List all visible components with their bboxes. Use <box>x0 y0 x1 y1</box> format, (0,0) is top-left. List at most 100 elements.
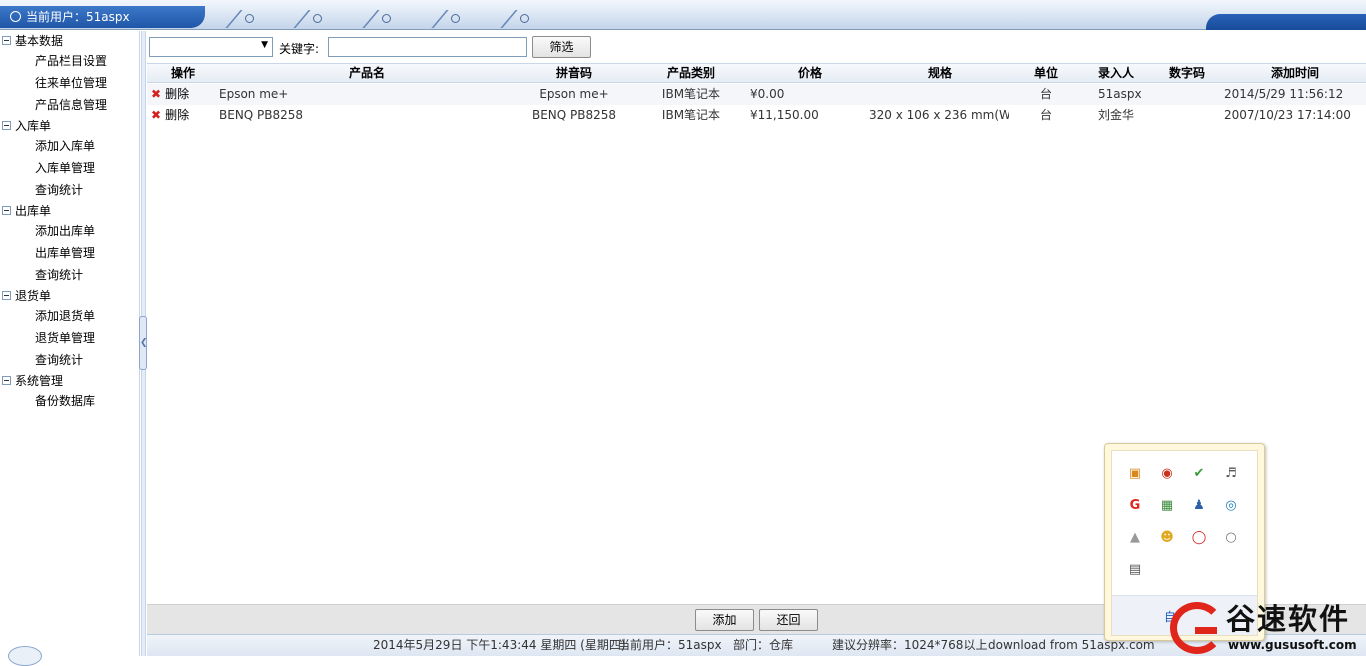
package-icon[interactable]: ▣ <box>1127 466 1143 482</box>
cell-price: ¥0.00 <box>750 87 785 101</box>
col-action[interactable]: 操作 <box>147 64 219 83</box>
sidebar-group-outbound[interactable]: 出库单 <box>2 202 51 220</box>
return-button[interactable]: 还回 <box>759 609 818 631</box>
col-creator[interactable]: 录入人 <box>1083 64 1149 83</box>
delete-label: 删除 <box>165 108 190 122</box>
sidebar-item-add-inbound[interactable]: 添加入库单 <box>35 137 95 155</box>
delete-link[interactable]: ✖ 删除 <box>151 105 219 126</box>
smiley-icon[interactable]: ☻ <box>1159 530 1175 546</box>
sidebar-item-return-stats[interactable]: 查询统计 <box>35 351 83 369</box>
bell-icon[interactable]: ▲ <box>1127 530 1143 546</box>
collapse-icon[interactable] <box>2 121 11 130</box>
col-category[interactable]: 产品类别 <box>633 64 749 83</box>
chat-bubble-icon[interactable]: ○ <box>1223 530 1239 546</box>
cell-product-name: BENQ PB8258 <box>219 108 304 122</box>
collapse-sidebar-handle[interactable]: ❮ <box>139 316 148 370</box>
delete-icon: ✖ <box>151 108 162 122</box>
collapse-icon[interactable] <box>2 376 11 385</box>
delete-icon: ✖ <box>151 87 162 101</box>
image-app-icon[interactable]: ▦ <box>1159 498 1175 514</box>
sidebar-item-outbound-management[interactable]: 出库单管理 <box>35 244 95 262</box>
logo-g-icon <box>1170 602 1224 654</box>
sidebar-group-basic-data[interactable]: 基本数据 <box>2 32 63 50</box>
sidebar-group-label: 入库单 <box>15 119 52 133</box>
cell-creator: 刘金华 <box>1098 108 1135 122</box>
nav-back[interactable]: 后退 <box>293 8 326 48</box>
nav-logout[interactable]: 注销 <box>431 8 464 48</box>
status-datetime: 2014年5月29日 下午1:43:44 星期四 (星期四) <box>373 638 626 652</box>
watermark-logo: 谷速软件 www.gususoft.com <box>1168 600 1366 656</box>
sidebar-item-return-management[interactable]: 退货单管理 <box>35 329 95 347</box>
col-unit[interactable]: 单位 <box>1009 64 1083 83</box>
sidebar-item-add-outbound[interactable]: 添加出库单 <box>35 222 95 240</box>
nav-bullet-icon <box>520 14 529 23</box>
sidebar-item-inbound-management[interactable]: 入库单管理 <box>35 159 95 177</box>
sidebar-group-inbound[interactable]: 入库单 <box>2 117 51 135</box>
sidebar-item-partner-management[interactable]: 往来单位管理 <box>35 74 107 92</box>
col-digit-code[interactable]: 数字码 <box>1149 64 1225 83</box>
table-row: ✖ 删除 Epson me+ Epson me+ IBM笔记本 ¥0.00 台 5… <box>147 84 1366 105</box>
category-select[interactable]: ▼ <box>149 37 273 57</box>
start-orb[interactable] <box>8 646 42 666</box>
sidebar-item-product-info[interactable]: 产品信息管理 <box>35 96 107 114</box>
g-app-icon[interactable]: G <box>1127 498 1143 514</box>
add-button[interactable]: 添加 <box>695 609 754 631</box>
clipboard-icon[interactable]: ▤ <box>1127 562 1143 578</box>
nav-bullet-icon <box>313 14 322 23</box>
sidebar-group-label: 出库单 <box>15 204 52 218</box>
cell-product-name: Epson me+ <box>219 87 289 101</box>
nav-bullet-icon <box>451 14 460 23</box>
delete-label: 删除 <box>165 87 190 101</box>
sidebar-item-backup-db[interactable]: 备份数据库 <box>35 392 95 410</box>
top-right-decoration <box>1206 14 1366 30</box>
nav-exit[interactable]: 退出 <box>500 8 533 48</box>
sidebar: 基本数据 产品栏目设置 往来单位管理 产品信息管理 入库单 添加入库单 入库单管… <box>0 31 140 656</box>
col-spec[interactable]: 规格 <box>871 64 1009 83</box>
network-icon[interactable]: ◎ <box>1223 498 1239 514</box>
col-add-time[interactable]: 添加时间 <box>1225 64 1365 83</box>
sidebar-item-outbound-stats[interactable]: 查询统计 <box>35 266 83 284</box>
table-header: 操作 产品名 拼音码 产品类别 价格 规格 单位 录入人 数字码 添加时间 <box>147 63 1366 83</box>
dropdown-arrow-icon: ▼ <box>261 40 268 50</box>
drive-check-icon[interactable]: ✔ <box>1191 466 1207 482</box>
keyword-label: 关键字: <box>279 42 320 56</box>
current-user-box: 当前用户：51aspx <box>0 6 205 28</box>
cell-digit-code <box>1149 105 1225 126</box>
filter-bar: ▼ 关键字: 筛选 <box>147 31 1366 62</box>
user-network-icon[interactable]: ♟ <box>1191 498 1207 514</box>
status-user: 当前用户：51aspx <box>618 638 722 652</box>
collapse-icon[interactable] <box>2 291 11 300</box>
sidebar-group-system[interactable]: 系统管理 <box>2 372 63 390</box>
logo-text: 谷速软件 <box>1226 602 1351 636</box>
sidebar-item-add-return[interactable]: 添加退货单 <box>35 307 95 325</box>
cell-pinyin: BENQ PB8258 <box>531 108 617 122</box>
top-bar: 当前用户：51aspx 桌面 后退 前进 注销 退出 <box>0 0 1366 48</box>
nav-forward[interactable]: 前进 <box>362 8 395 48</box>
collapse-icon[interactable] <box>2 206 11 215</box>
filter-button[interactable]: 筛选 <box>532 36 591 58</box>
nav-desktop[interactable]: 桌面 <box>225 8 258 48</box>
delete-link[interactable]: ✖ 删除 <box>151 84 219 105</box>
sidebar-group-returns[interactable]: 退货单 <box>2 287 51 305</box>
speaker-icon[interactable]: ♬ <box>1223 466 1239 482</box>
sidebar-item-product-column[interactable]: 产品栏目设置 <box>35 52 107 70</box>
sidebar-group-label: 系统管理 <box>15 374 64 388</box>
cell-price: ¥11,150.00 <box>750 108 819 122</box>
col-price[interactable]: 价格 <box>749 64 871 83</box>
table-row: ✖ 删除 BENQ PB8258 BENQ PB8258 IBM笔记本 ¥11,1… <box>147 105 1366 126</box>
nav-bullet-icon <box>245 14 254 23</box>
cell-spec: 320 x 106 x 236 mm(W... <box>869 108 1009 122</box>
cell-category: IBM笔记本 <box>661 108 721 122</box>
collapse-icon[interactable] <box>2 36 11 45</box>
cell-category: IBM笔记本 <box>661 87 721 101</box>
cell-add-time: 2007/10/23 17:14:00 <box>1224 108 1351 122</box>
browser-icon[interactable]: ◉ <box>1159 466 1175 482</box>
cell-add-time: 2014/5/29 11:56:12 <box>1224 87 1344 101</box>
col-pinyin[interactable]: 拼音码 <box>515 64 633 83</box>
cell-unit: 台 <box>1039 108 1052 122</box>
ring-app-icon[interactable]: ◯ <box>1191 530 1207 546</box>
keyword-input[interactable] <box>328 37 527 57</box>
cell-digit-code <box>1149 84 1225 105</box>
sidebar-item-inbound-stats[interactable]: 查询统计 <box>35 181 83 199</box>
col-product-name[interactable]: 产品名 <box>219 64 515 83</box>
